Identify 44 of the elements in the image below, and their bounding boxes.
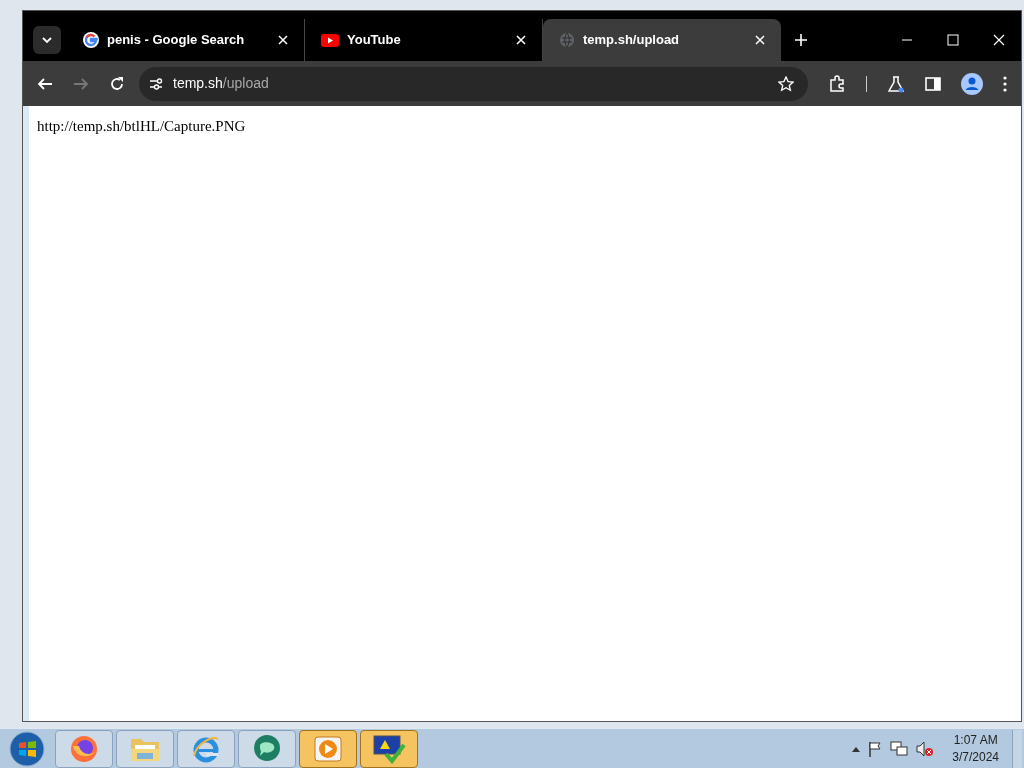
- play-icon: [313, 734, 343, 763]
- clock-date: 3/7/2024: [952, 748, 999, 766]
- star-icon[interactable]: [778, 75, 794, 92]
- forward-arrow-icon[interactable]: [73, 75, 89, 92]
- speech-bubble-icon: [251, 733, 283, 764]
- site-settings-icon[interactable]: [149, 76, 163, 91]
- reload-icon[interactable]: [109, 75, 125, 92]
- back-arrow-icon[interactable]: [37, 75, 53, 92]
- address-bar[interactable]: temp.sh/upload: [139, 66, 808, 101]
- browser-tab[interactable]: temp.sh/upload: [543, 19, 781, 61]
- maximize-icon[interactable]: [947, 34, 959, 46]
- page-text: http://temp.sh/btlHL/Capture.PNG: [37, 117, 247, 136]
- more-options-icon[interactable]: [1003, 75, 1007, 92]
- fox-globe-icon: [69, 733, 99, 764]
- taskbar-button[interactable]: [116, 729, 174, 768]
- side-panel-icon[interactable]: [925, 75, 941, 92]
- flag-icon[interactable]: [868, 740, 883, 757]
- chevron-down-icon: [42, 37, 52, 43]
- muted-speaker-icon[interactable]: [916, 740, 935, 757]
- tab-title: temp.sh/upload: [583, 31, 681, 50]
- play-logo-icon: [321, 33, 339, 47]
- network-icon[interactable]: [890, 740, 909, 757]
- google-icon: [83, 32, 99, 48]
- tab-search-button[interactable]: [33, 26, 61, 54]
- show-hidden-icons-arrow-icon[interactable]: [852, 745, 861, 752]
- url-text: temp.sh/upload: [173, 74, 270, 93]
- close-icon[interactable]: [755, 35, 765, 45]
- close-icon[interactable]: [278, 35, 288, 45]
- tab-title: penis - Google Search: [107, 31, 246, 50]
- close-icon[interactable]: [516, 35, 526, 45]
- plus-icon[interactable]: [795, 34, 807, 46]
- clock-time: 1:07 AM: [953, 731, 998, 749]
- windows-orb-icon: [9, 730, 45, 767]
- taskbar-button[interactable]: [299, 729, 357, 768]
- taskbar-button[interactable]: [360, 729, 418, 768]
- taskbar-button[interactable]: [55, 729, 113, 768]
- puzzle-icon[interactable]: [828, 74, 846, 93]
- profile-avatar-icon[interactable]: [961, 72, 983, 95]
- tab-title: YouTube: [347, 31, 402, 50]
- globe-icon: [559, 32, 575, 48]
- monitor-check-icon: [372, 733, 406, 764]
- flask-icon[interactable]: [887, 74, 905, 93]
- close-icon[interactable]: [993, 34, 1005, 46]
- taskbar-button[interactable]: [238, 729, 296, 768]
